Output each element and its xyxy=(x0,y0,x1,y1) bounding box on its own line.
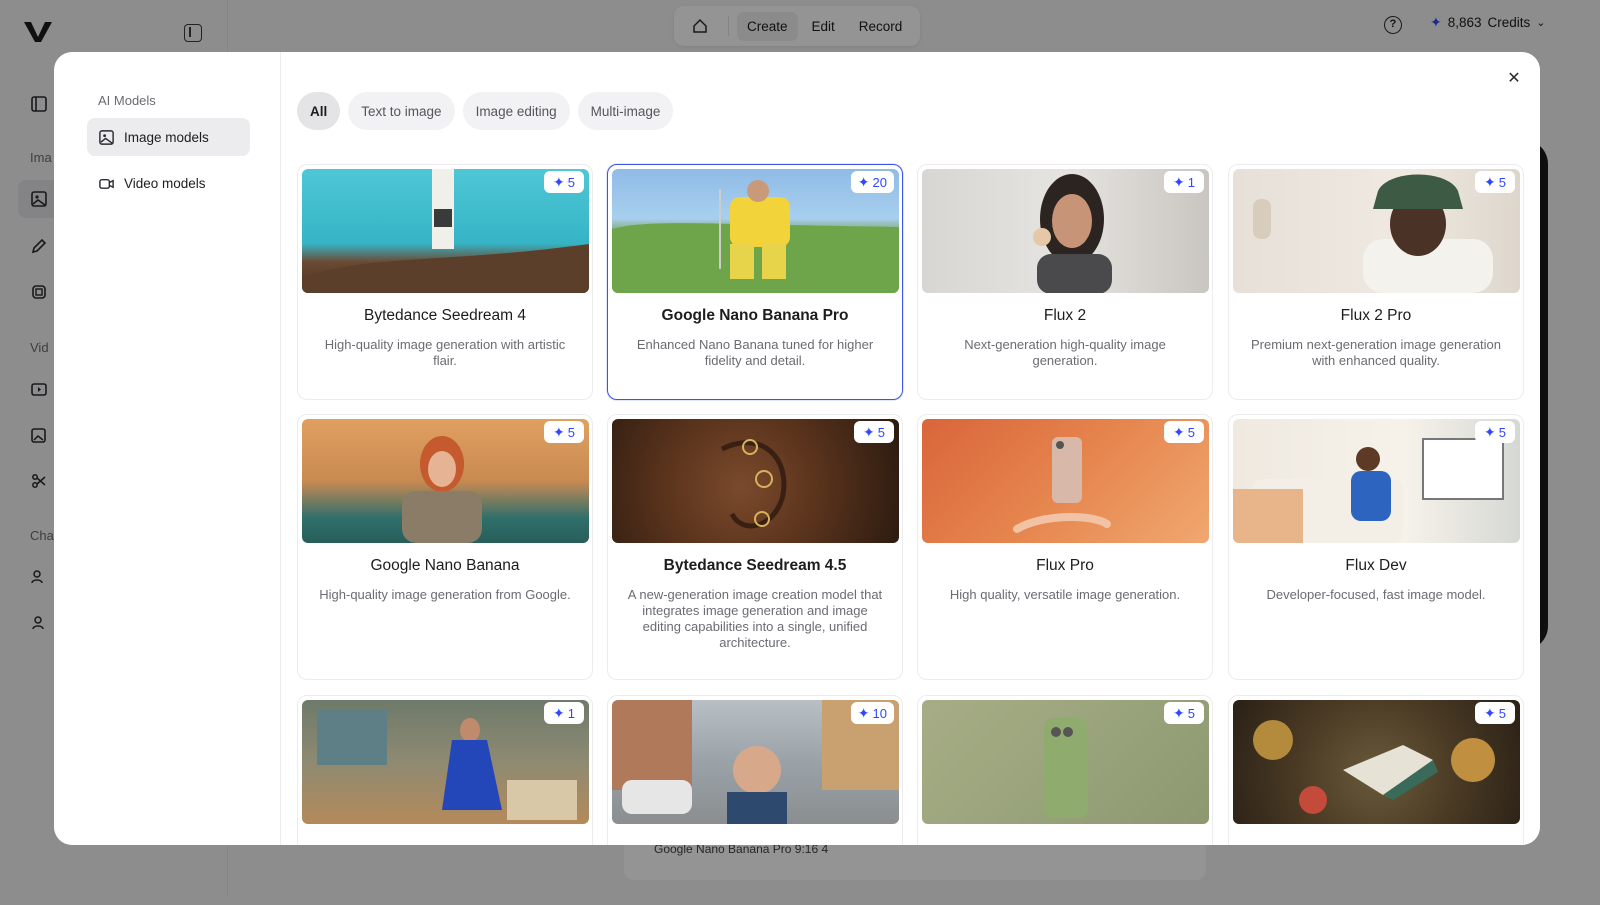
model-title: Flux Dev xyxy=(1345,557,1407,574)
model-card[interactable]: ✦ 5 Flux Dev Developer-focused, fast imag… xyxy=(1228,414,1524,680)
credit-cost-badge: ✦ 5 xyxy=(544,421,584,443)
model-card[interactable]: ✦ 5 xyxy=(917,695,1213,845)
model-title: Flux Pro xyxy=(1036,557,1094,574)
sparkle-icon: ✦ xyxy=(553,704,565,721)
video-models-label: Video models xyxy=(124,175,206,191)
sparkle-icon: ✦ xyxy=(1173,173,1185,190)
model-title: Google Nano Banana xyxy=(370,557,520,574)
credit-cost: 5 xyxy=(877,424,885,440)
credit-cost-badge: ✦ 5 xyxy=(1475,171,1515,193)
credit-cost: 20 xyxy=(872,174,887,190)
credit-cost: 5 xyxy=(1187,705,1195,721)
credit-cost: 5 xyxy=(567,174,575,190)
model-title: Bytedance Seedream 4 xyxy=(364,307,526,324)
modal-sidebar: AI Models Image models Video models xyxy=(54,52,281,845)
sparkle-icon: ✦ xyxy=(553,173,565,190)
credit-cost-badge: ✦ 5 xyxy=(1164,702,1204,724)
credit-cost-badge: ✦ 5 xyxy=(1475,702,1515,724)
sparkle-icon: ✦ xyxy=(1484,423,1496,440)
model-card-selected[interactable]: ✦ 20 Google Nano Banana Pro Enhanced Nano… xyxy=(607,164,903,400)
sparkle-icon: ✦ xyxy=(1484,704,1496,721)
credit-cost-badge: ✦ 5 xyxy=(1164,421,1204,443)
model-title: Flux 2 xyxy=(1043,307,1087,324)
model-title: Google Nano Banana Pro xyxy=(661,307,849,324)
video-icon xyxy=(99,178,114,189)
model-card[interactable]: ✦ 5 Flux Pro High quality, versatile imag… xyxy=(917,414,1213,680)
credit-cost: 5 xyxy=(1187,424,1195,440)
sparkle-icon: ✦ xyxy=(1173,423,1185,440)
sparkle-icon: ✦ xyxy=(857,704,870,721)
filter-all[interactable]: All xyxy=(297,92,341,130)
credit-cost-badge: ✦ 1 xyxy=(1164,171,1204,193)
image-icon xyxy=(99,129,114,145)
model-card[interactable]: ✦ 5 Flux 2 Pro Premium next-generation im… xyxy=(1228,164,1524,400)
credit-cost: 5 xyxy=(567,424,575,440)
model-description: High quality, versatile image generation… xyxy=(949,587,1181,602)
filter-chips: All Text to image Image editing Multi-im… xyxy=(297,92,674,130)
credit-cost: 5 xyxy=(1498,705,1506,721)
image-models-tab[interactable]: Image models xyxy=(87,118,250,156)
model-card[interactable]: ✦ 10 xyxy=(607,695,903,845)
close-icon[interactable]: ✕ xyxy=(1504,69,1524,89)
credit-cost-badge: ✦ 5 xyxy=(1475,421,1515,443)
sparkle-icon: ✦ xyxy=(1484,173,1496,190)
model-card[interactable]: ✦ 5 xyxy=(1228,695,1524,845)
model-card[interactable]: ✦ 1 xyxy=(297,695,593,845)
model-description: Enhanced Nano Banana tuned for higher fi… xyxy=(636,337,874,368)
credit-cost: 10 xyxy=(872,705,887,721)
credit-cost: 1 xyxy=(567,705,575,721)
filter-image-editing[interactable]: Image editing xyxy=(462,92,570,130)
model-title: Bytedance Seedream 4.5 xyxy=(663,557,847,574)
model-card[interactable]: ✦ 1 Flux 2 Next-generation high-quality i… xyxy=(917,164,1213,400)
credit-cost: 1 xyxy=(1187,174,1195,190)
modal-section-title: AI Models xyxy=(98,93,156,108)
model-card[interactable]: ✦ 5 Google Nano Banana High-quality image… xyxy=(297,414,593,680)
model-description: Premium next-generation image generation… xyxy=(1250,337,1502,368)
credit-cost-badge: ✦ 20 xyxy=(850,171,894,193)
credit-cost: 5 xyxy=(1498,174,1506,190)
filter-text-to-image[interactable]: Text to image xyxy=(348,92,455,130)
model-description: A new-generation image creation model th… xyxy=(627,587,883,650)
sparkle-icon: ✦ xyxy=(863,423,875,440)
image-models-label: Image models xyxy=(124,129,209,145)
filter-multi-image[interactable]: Multi-image xyxy=(577,92,674,130)
sparkle-icon: ✦ xyxy=(857,173,870,190)
video-models-tab[interactable]: Video models xyxy=(87,164,250,202)
sparkle-icon: ✦ xyxy=(553,423,565,440)
model-description: High-quality image generation from Googl… xyxy=(319,587,571,602)
credit-cost: 5 xyxy=(1498,424,1506,440)
sparkle-icon: ✦ xyxy=(1173,704,1185,721)
credit-cost-badge: ✦ 5 xyxy=(854,421,894,443)
model-description: Next-generation high-quality image gener… xyxy=(964,337,1166,368)
model-description: Developer-focused, fast image model. xyxy=(1266,587,1486,602)
model-card[interactable]: ✦ 5 Bytedance Seedream 4.5 A new-generati… xyxy=(607,414,903,680)
model-description: High-quality image generation with artis… xyxy=(324,337,566,368)
credit-cost-badge: ✦ 1 xyxy=(544,702,584,724)
model-card[interactable]: ✦ 5 Bytedance Seedream 4 High-quality ima… xyxy=(297,164,593,400)
credit-cost-badge: ✦ 5 xyxy=(544,171,584,193)
model-title: Flux 2 Pro xyxy=(1340,307,1412,324)
ai-models-modal: AI Models Image models Video models ✕ Al… xyxy=(54,52,1540,845)
credit-cost-badge: ✦ 10 xyxy=(850,702,894,724)
